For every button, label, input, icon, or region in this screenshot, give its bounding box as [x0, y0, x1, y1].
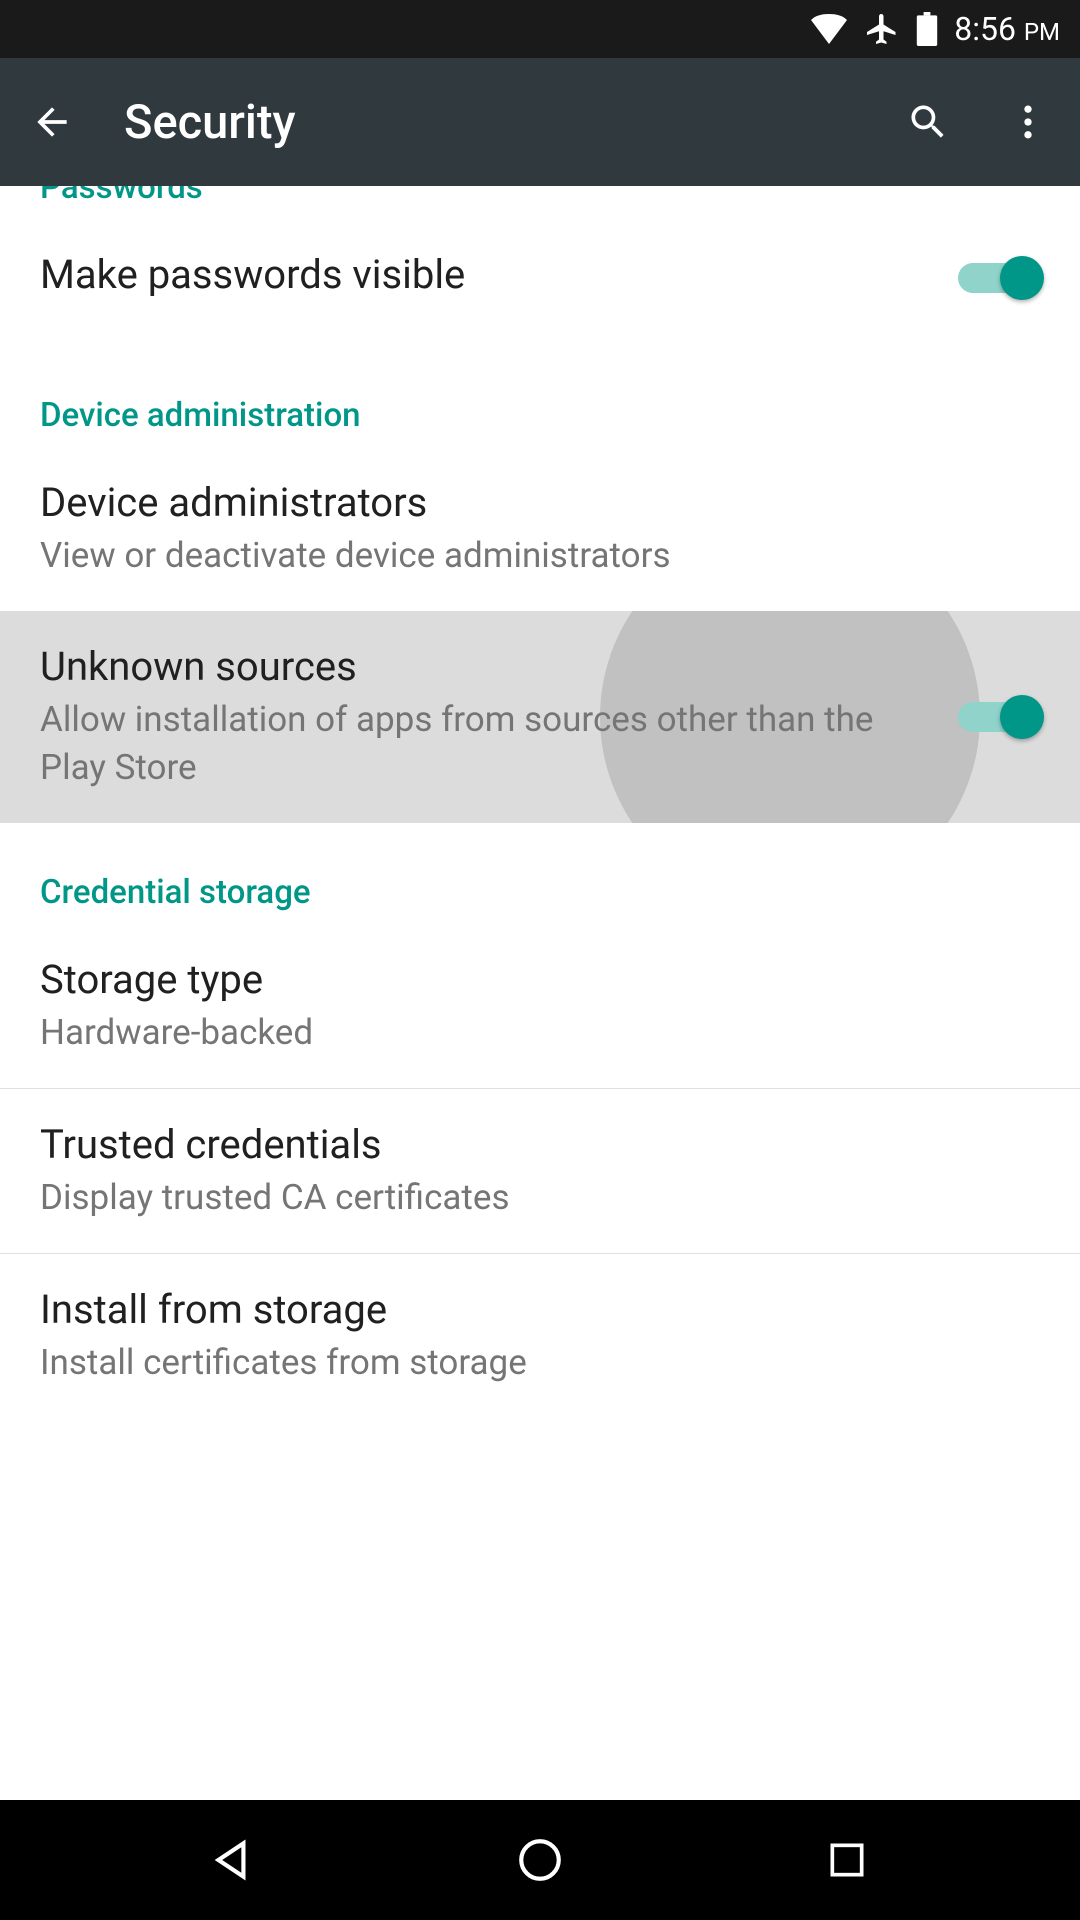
toggle-make-passwords-visible[interactable]: [958, 258, 1040, 298]
setting-title: Trusted credentials: [40, 1121, 1040, 1168]
setting-storage-type[interactable]: Storage type Hardware-backed: [0, 924, 1080, 1088]
section-header-passwords: Passwords: [0, 186, 1080, 219]
app-bar: Security: [0, 58, 1080, 186]
nav-back-button[interactable]: [193, 1820, 273, 1900]
setting-title: Make passwords visible: [40, 251, 934, 298]
settings-content[interactable]: Passwords Make passwords visible Device …: [0, 186, 1080, 1800]
back-button[interactable]: [24, 94, 80, 150]
setting-subtitle: Display trusted CA certificates: [40, 1174, 1040, 1221]
setting-trusted-credentials[interactable]: Trusted credentials Display trusted CA c…: [0, 1089, 1080, 1253]
page-title: Security: [124, 95, 856, 150]
battery-icon: [916, 12, 938, 46]
wifi-icon: [810, 14, 848, 44]
nav-recent-apps-button[interactable]: [807, 1820, 887, 1900]
section-header-device-admin: Device administration: [0, 336, 1080, 447]
setting-title: Install from storage: [40, 1286, 1040, 1333]
setting-unknown-sources[interactable]: Unknown sources Allow installation of ap…: [0, 611, 1080, 823]
setting-subtitle: Hardware-backed: [40, 1009, 1040, 1056]
setting-title: Unknown sources: [40, 643, 934, 690]
more-options-button[interactable]: [1000, 94, 1056, 150]
airplane-mode-icon: [864, 11, 900, 47]
setting-subtitle: Allow installation of apps from sources …: [40, 696, 934, 791]
nav-home-button[interactable]: [500, 1820, 580, 1900]
status-time: 8:56 PM: [954, 10, 1060, 48]
status-bar: 8:56 PM: [0, 0, 1080, 58]
setting-subtitle: Install certificates from storage: [40, 1339, 1040, 1386]
setting-subtitle: View or deactivate device administrators: [40, 532, 1040, 579]
setting-make-passwords-visible[interactable]: Make passwords visible: [0, 219, 1080, 336]
setting-device-administrators[interactable]: Device administrators View or deactivate…: [0, 447, 1080, 611]
setting-title: Storage type: [40, 956, 1040, 1003]
toggle-unknown-sources[interactable]: [958, 697, 1040, 737]
search-button[interactable]: [900, 94, 956, 150]
setting-title: Device administrators: [40, 479, 1040, 526]
navigation-bar: [0, 1800, 1080, 1920]
setting-install-from-storage[interactable]: Install from storage Install certificate…: [0, 1254, 1080, 1418]
section-header-credential-storage: Credential storage: [0, 823, 1080, 924]
